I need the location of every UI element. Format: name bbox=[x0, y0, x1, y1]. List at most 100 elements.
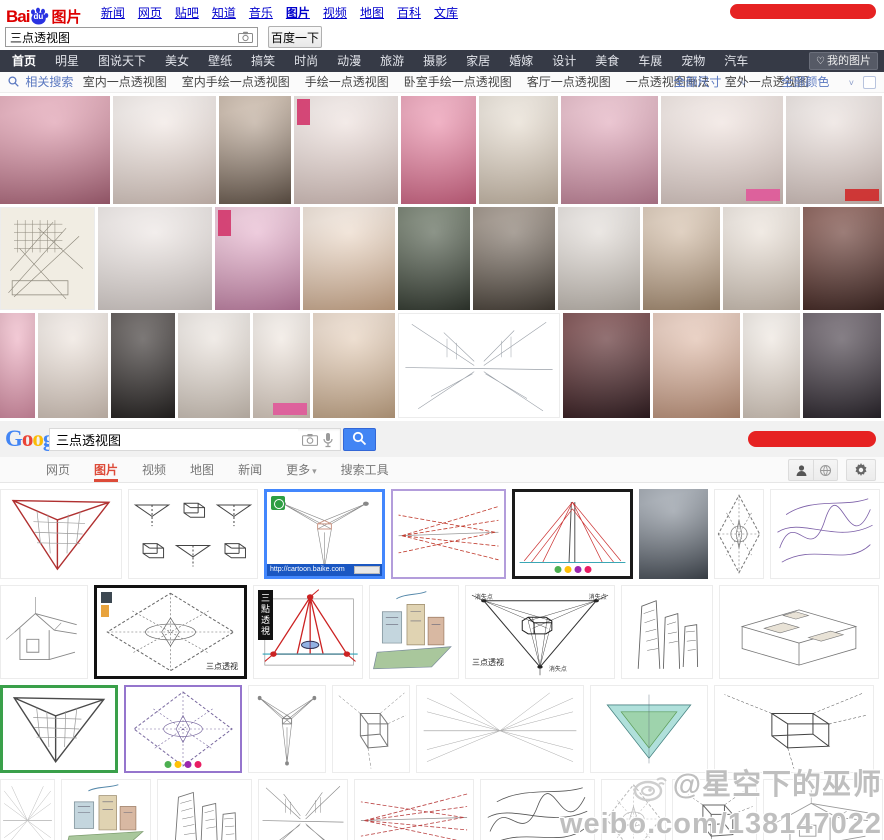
image-result-drawing[interactable] bbox=[391, 489, 506, 579]
image-result-drawing[interactable] bbox=[0, 779, 55, 840]
tab-新闻[interactable]: 新闻 bbox=[238, 457, 262, 482]
baidu-top-nav-知道[interactable]: 知道 bbox=[212, 6, 236, 20]
category-摄影[interactable]: 摄影 bbox=[423, 54, 447, 68]
image-result-photo[interactable] bbox=[253, 313, 310, 418]
baidu-top-nav-贴吧[interactable]: 贴吧 bbox=[175, 6, 199, 20]
image-result-photo[interactable] bbox=[661, 96, 783, 204]
category-图说天下[interactable]: 图说天下 bbox=[98, 54, 146, 68]
related-link[interactable]: 室内手绘一点透视图 bbox=[182, 75, 290, 89]
image-result-drawing[interactable] bbox=[124, 685, 242, 773]
camera-icon[interactable] bbox=[302, 433, 318, 449]
tab-搜索工具[interactable]: 搜索工具 bbox=[341, 457, 389, 482]
image-result-photo[interactable] bbox=[0, 313, 35, 418]
google-search-button[interactable] bbox=[343, 428, 376, 451]
image-result-drawing[interactable] bbox=[763, 779, 883, 840]
related-link[interactable]: 卧室手绘一点透视图 bbox=[404, 75, 512, 89]
image-result-drawing[interactable] bbox=[672, 779, 757, 840]
camera-icon[interactable] bbox=[238, 31, 253, 46]
baidu-search-button[interactable]: 百度一下 bbox=[268, 26, 322, 48]
image-result-photo[interactable] bbox=[786, 96, 882, 204]
tab-图片[interactable]: 图片 bbox=[94, 457, 119, 482]
image-result-photo[interactable] bbox=[561, 96, 658, 204]
baidu-search-input[interactable] bbox=[6, 28, 236, 46]
image-result-photo[interactable] bbox=[643, 207, 720, 310]
profile-button[interactable] bbox=[789, 460, 813, 480]
image-result-drawing[interactable]: http://cartoon.baike.com bbox=[264, 489, 385, 579]
image-result-drawing[interactable] bbox=[416, 685, 584, 773]
image-result-photo[interactable] bbox=[639, 489, 708, 579]
image-result-drawing[interactable] bbox=[714, 685, 874, 773]
image-result-photo[interactable] bbox=[723, 207, 800, 310]
image-result-photo[interactable] bbox=[178, 313, 250, 418]
related-link[interactable]: 手绘一点透视图 bbox=[305, 75, 389, 89]
my-pictures-button[interactable]: ♡ 我的图片 bbox=[809, 52, 878, 70]
image-result-drawing[interactable] bbox=[157, 779, 252, 840]
baidu-top-nav-网页[interactable]: 网页 bbox=[138, 6, 162, 20]
microphone-icon[interactable] bbox=[322, 432, 334, 451]
category-首页[interactable]: 首页 bbox=[12, 54, 36, 68]
tab-视频[interactable]: 视频 bbox=[142, 457, 166, 482]
globe-button[interactable] bbox=[813, 460, 837, 480]
related-link[interactable]: 客厅一点透视图 bbox=[527, 75, 611, 89]
image-result-photo[interactable] bbox=[563, 313, 650, 418]
image-result-photo[interactable] bbox=[219, 96, 291, 204]
baidu-top-nav-音乐[interactable]: 音乐 bbox=[249, 6, 273, 20]
image-result-drawing[interactable] bbox=[258, 779, 348, 840]
image-result-photo[interactable] bbox=[803, 207, 884, 310]
baidu-logo[interactable]: Bai du 图片 bbox=[6, 6, 81, 27]
image-result-drawing[interactable] bbox=[601, 779, 666, 840]
tab-更多[interactable]: 更多 ▾ bbox=[286, 457, 317, 482]
baidu-top-nav-地图[interactable]: 地图 bbox=[360, 6, 384, 20]
image-result-drawing[interactable] bbox=[0, 685, 118, 773]
image-result-photo[interactable] bbox=[313, 313, 395, 418]
related-link[interactable]: 室内一点透视图 bbox=[83, 75, 167, 89]
image-result-drawing[interactable] bbox=[398, 313, 560, 418]
image-result-photo[interactable] bbox=[479, 96, 558, 204]
image-result-photo[interactable] bbox=[38, 313, 108, 418]
image-result-photo[interactable] bbox=[473, 207, 555, 310]
image-result-photo[interactable] bbox=[398, 207, 470, 310]
category-美食[interactable]: 美食 bbox=[595, 54, 619, 68]
image-result-drawing[interactable] bbox=[0, 207, 95, 310]
image-result-photo[interactable] bbox=[558, 207, 640, 310]
image-result-drawing[interactable] bbox=[332, 685, 410, 773]
image-result-drawing[interactable] bbox=[61, 779, 151, 840]
image-result-drawing[interactable] bbox=[714, 489, 764, 579]
color-filter-dropdown[interactable]: 全部颜色 ˅ bbox=[765, 75, 854, 89]
gear-icon[interactable] bbox=[846, 459, 876, 481]
image-result-photo[interactable] bbox=[98, 207, 212, 310]
category-明星[interactable]: 明星 bbox=[55, 54, 79, 68]
image-result-drawing[interactable] bbox=[719, 585, 879, 679]
category-搞笑[interactable]: 搞笑 bbox=[251, 54, 275, 68]
google-search-input[interactable] bbox=[50, 429, 298, 450]
baidu-top-nav-百科[interactable]: 百科 bbox=[397, 6, 421, 20]
image-result-photo[interactable] bbox=[303, 207, 395, 310]
tab-地图[interactable]: 地图 bbox=[190, 457, 214, 482]
image-result-drawing[interactable]: 三点透视 消失点 消失点 消失点 bbox=[465, 585, 615, 679]
baidu-top-nav-新闻[interactable]: 新闻 bbox=[101, 6, 125, 20]
image-result-photo[interactable] bbox=[401, 96, 476, 204]
category-壁纸[interactable]: 壁纸 bbox=[208, 54, 232, 68]
image-result-photo[interactable] bbox=[111, 313, 175, 418]
image-result-drawing[interactable] bbox=[248, 685, 326, 773]
image-result-drawing[interactable] bbox=[770, 489, 880, 579]
baidu-top-nav-文库[interactable]: 文库 bbox=[434, 6, 458, 20]
image-result-photo[interactable] bbox=[653, 313, 740, 418]
image-result-drawing[interactable] bbox=[0, 489, 122, 579]
category-汽车[interactable]: 汽车 bbox=[724, 54, 748, 68]
category-设计[interactable]: 设计 bbox=[552, 54, 576, 68]
size-filter-dropdown[interactable]: 全部尺寸 ˅ bbox=[657, 75, 746, 89]
image-result-photo[interactable] bbox=[113, 96, 216, 204]
category-婚嫁[interactable]: 婚嫁 bbox=[509, 54, 533, 68]
image-result-drawing[interactable] bbox=[128, 489, 258, 579]
baidu-top-nav-视频[interactable]: 视频 bbox=[323, 6, 347, 20]
image-result-drawing[interactable]: 三點透視 bbox=[253, 585, 363, 679]
image-result-drawing[interactable] bbox=[480, 779, 595, 840]
image-result-drawing[interactable] bbox=[369, 585, 459, 679]
category-车展[interactable]: 车展 bbox=[638, 54, 662, 68]
image-result-photo[interactable] bbox=[294, 96, 398, 204]
image-result-photo[interactable] bbox=[215, 207, 300, 310]
image-result-drawing[interactable]: 三点透视 bbox=[94, 585, 247, 679]
category-旅游[interactable]: 旅游 bbox=[380, 54, 404, 68]
category-时尚[interactable]: 时尚 bbox=[294, 54, 318, 68]
